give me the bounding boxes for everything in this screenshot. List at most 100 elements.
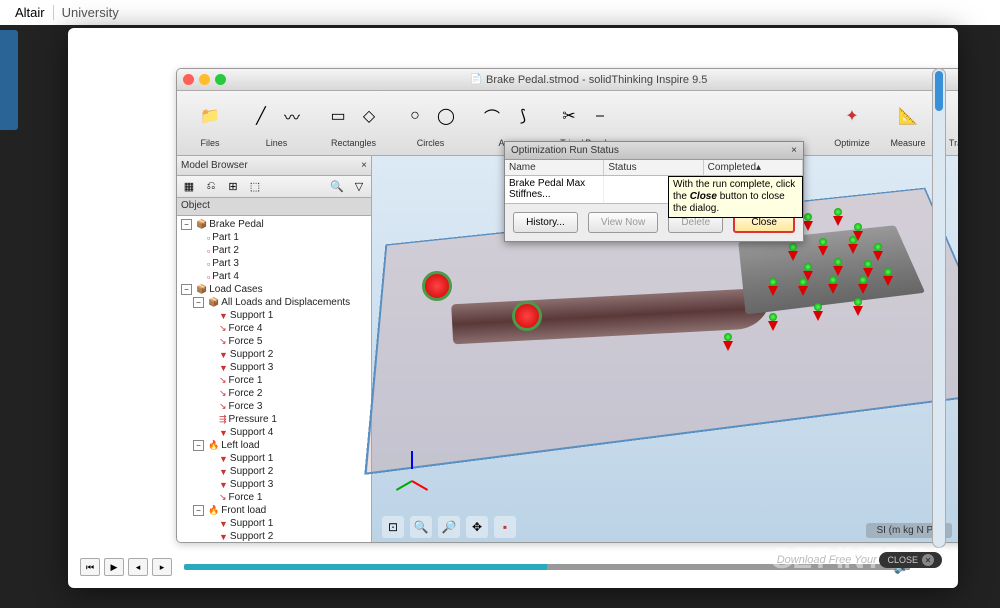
tool-rectangles[interactable]: ▭◇ Rectangles [318,94,389,152]
step-back-button[interactable]: ◂ [128,558,148,576]
view3-icon[interactable]: ⊞ [225,179,241,195]
run-name-cell: Brake Pedal Max Stiffnes... [505,176,604,203]
toc-side-tab[interactable] [0,30,18,130]
hint-tooltip: With the run complete, click the Close b… [668,176,803,218]
ad-close-button[interactable]: CLOSE ✕ [879,552,942,568]
view4-icon[interactable]: ⬚ [247,179,263,195]
tool-circles[interactable]: ○◯ Circles [395,94,466,152]
browser-header: Model Browser × [177,156,371,176]
zoom-in-icon[interactable]: 🔍 [410,516,432,538]
pan-icon[interactable]: ✥ [466,516,488,538]
browser-close-icon[interactable]: × [361,160,367,171]
tree-loadcases: −📦Load Cases [179,283,369,296]
force-arrow-icon [787,251,799,271]
play-button[interactable]: ▶ [104,558,124,576]
scrollbar-thumb[interactable] [935,71,943,111]
force-arrow-icon [832,216,844,236]
col-completed[interactable]: Completed▴ [704,160,803,175]
force-arrow-icon [827,284,839,304]
arc2-icon: ⟆ [509,102,537,130]
expand-icon[interactable]: − [181,219,192,230]
axis-triad-icon [397,457,427,487]
col-status[interactable]: Status [604,160,703,175]
tree-leaf[interactable]: ↘Force 1 [179,374,369,387]
tree-leaf[interactable]: ▼Support 2 [179,530,369,542]
tree-root: −📦Brake Pedal [179,218,369,231]
tree-leaf[interactable]: ▫Part 1 [179,231,369,244]
zoom-out-icon[interactable]: 🔎 [438,516,460,538]
tree-leaf[interactable]: ▼Support 2 [179,348,369,361]
dialog-close-icon[interactable]: × [791,145,797,156]
tree-leaf[interactable]: ↘Force 1 [179,491,369,504]
dialog-titlebar: Optimization Run Status × [505,142,803,160]
polyline-icon: 〰 [278,102,306,130]
window-titlebar: Brake Pedal.stmod - solidThinking Inspir… [177,69,958,91]
tree-frontload: −🔥Front load [179,504,369,517]
tree-leaf[interactable]: ▫Part 2 [179,244,369,257]
line-icon: ╱ [247,102,275,130]
result-row[interactable]: Brake Pedal Max Stiffnes... 50 With the … [505,176,803,204]
maximize-window-icon[interactable] [215,74,226,85]
close-window-icon[interactable] [183,74,194,85]
tree-allloads: −📦All Loads and Displacements [179,296,369,309]
rect-icon: ▭ [324,102,352,130]
site-header: Altair University [0,0,1000,25]
force-arrow-icon [817,246,829,266]
tree-leaf[interactable]: ↘Force 4 [179,322,369,335]
tree-leaf[interactable]: ⇶Pressure 1 [179,413,369,426]
sort-asc-icon: ▴ [756,162,761,173]
tree-leaf[interactable]: ↘Force 5 [179,335,369,348]
tool-optimize[interactable]: ✦ Optimize [827,94,877,152]
close-x-icon: ✕ [922,554,934,566]
app-window: Brake Pedal.stmod - solidThinking Inspir… [176,68,958,543]
model-tree[interactable]: −📦Brake Pedal ▫Part 1▫Part 2▫Part 3▫Part… [177,216,371,542]
expand-icon[interactable]: − [193,440,204,451]
tree-leaf[interactable]: ▼Support 3 [179,478,369,491]
arc-icon: ⌒ [478,102,506,130]
tree-leaf[interactable]: ▼Support 1 [179,517,369,530]
tree-leaf[interactable]: ▼Support 1 [179,452,369,465]
expand-icon[interactable]: − [193,505,204,516]
optimize-icon: ✦ [833,97,871,135]
lightbox-modal: Brake Pedal.stmod - solidThinking Inspir… [68,28,958,588]
tree-leaf[interactable]: ↘Force 2 [179,387,369,400]
zoom-fit-icon[interactable]: ⊡ [382,516,404,538]
filter-icon[interactable]: ▽ [351,179,367,195]
step-fwd-button[interactable]: ▸ [152,558,172,576]
rect2-icon: ◇ [355,102,383,130]
tool-files[interactable]: 📁 Files [185,94,235,152]
tool-measure[interactable]: 📐 Measure [883,94,933,152]
force-arrow-icon [722,341,734,361]
force-arrow-icon [812,311,824,331]
col-name[interactable]: Name [505,160,604,175]
minimize-window-icon[interactable] [199,74,210,85]
break-icon: ⎯ [586,102,614,130]
window-title: Brake Pedal.stmod - solidThinking Inspir… [226,74,951,86]
tree-leaf[interactable]: ↘Force 3 [179,400,369,413]
tool-lines[interactable]: ╱〰 Lines [241,94,312,152]
tree-leaf[interactable]: ▼Support 4 [179,426,369,439]
transform-icon: ⟲ [945,97,958,135]
tree-leaf[interactable]: ▼Support 2 [179,465,369,478]
trim-icon: ✂ [555,102,583,130]
expand-icon[interactable]: − [193,297,204,308]
render-icon[interactable]: ▪ [494,516,516,538]
view-tools: ⊡ 🔍 🔎 ✥ ▪ [382,516,516,538]
measure-icon: 📐 [889,97,927,135]
tree-leaf[interactable]: ▫Part 3 [179,257,369,270]
view1-icon[interactable]: ▦ [181,179,197,195]
constraint-icon [512,301,542,331]
tree-leaf[interactable]: ▫Part 4 [179,270,369,283]
search-icon[interactable]: 🔍 [329,179,345,195]
history-button[interactable]: History... [513,212,578,233]
tree-leaf[interactable]: ▼Support 1 [179,309,369,322]
expand-icon[interactable]: − [181,284,192,295]
view2-icon[interactable]: ⎌ [203,179,219,195]
prev-button[interactable]: ⏮ [80,558,100,576]
brand-logo: Altair [15,5,45,20]
tree-leaf[interactable]: ▼Support 3 [179,361,369,374]
view-now-button[interactable]: View Now [588,212,658,233]
object-column-header: Object [177,198,371,216]
brand-sub: University [53,5,119,20]
vertical-scrollbar[interactable] [932,68,946,548]
